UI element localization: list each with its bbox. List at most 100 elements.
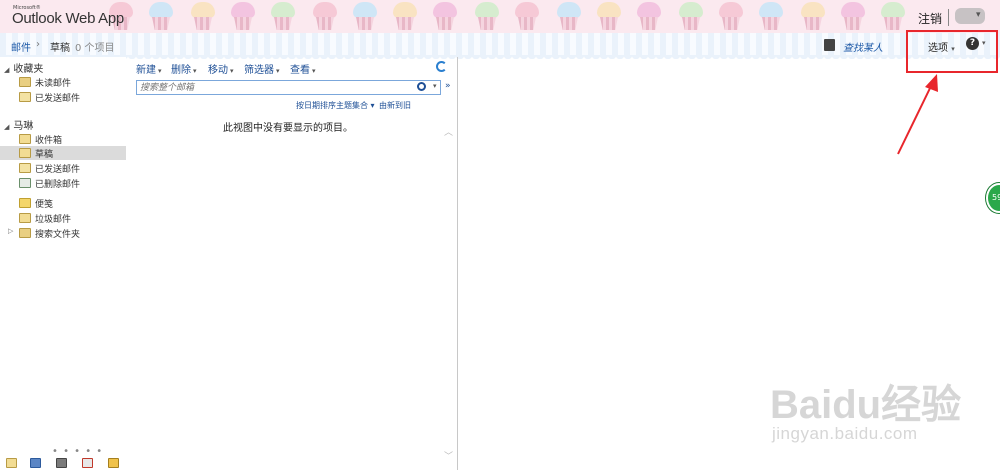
- cupcake-decoration: [312, 2, 338, 32]
- folder-pane: ◢ 收藏夹 未读邮件 已发送邮件 ◢ 马琳 收件箱 草稿 已发送邮件 已删除邮件 便…: [0, 57, 126, 470]
- favorites-header-label: 收藏夹: [13, 64, 44, 75]
- sidebar-item-inbox[interactable]: 收件箱: [0, 132, 126, 146]
- cupcake-decoration: [514, 2, 540, 32]
- address-book-icon[interactable]: [824, 39, 835, 51]
- breadcrumb-current-folder: 草稿: [50, 43, 70, 54]
- item-count: 0 个项目: [75, 43, 115, 54]
- search-box: ▾: [136, 80, 441, 95]
- user-menu-caret-icon[interactable]: ▾: [976, 10, 981, 20]
- move-label: 移动: [208, 65, 228, 76]
- calendar-module-icon[interactable]: [30, 458, 41, 468]
- cupcake-decoration: [432, 2, 458, 32]
- highlight-annotation-box: [906, 30, 998, 73]
- sidebar-item-search-folders[interactable]: ▷ 搜索文件夹: [0, 226, 126, 240]
- cupcake-decoration: [392, 2, 418, 32]
- message-list-pane: 新建▾ 删除▾ 移动▾ 筛选器▾ 查看▾ ▾ » 按日期排序主题集合 ▾ 由新到…: [126, 57, 458, 470]
- sidebar-item-label: 便笺: [35, 200, 54, 210]
- sidebar-item-sent-favorite[interactable]: 已发送邮件: [0, 90, 126, 104]
- cupcake-decoration: [190, 2, 216, 32]
- floating-speed-badge[interactable]: 59: [986, 183, 1000, 213]
- view-label: 查看: [290, 65, 310, 76]
- breadcrumb-mail[interactable]: 邮件: [11, 39, 31, 54]
- cupcake-decoration: [880, 2, 906, 32]
- cupcake-decoration: [840, 2, 866, 32]
- watermark-url: jingyan.baidu.com: [772, 424, 918, 443]
- breadcrumb-separator: ›: [36, 39, 40, 50]
- sidebar-item-unread[interactable]: 未读邮件: [0, 75, 126, 89]
- mail-module-icon[interactable]: [6, 458, 17, 468]
- junk-folder-icon: [19, 213, 31, 223]
- sent-folder-icon: [19, 163, 31, 173]
- sidebar-item-label: 草稿: [35, 150, 54, 160]
- search-folder-icon: [19, 77, 31, 87]
- sidebar-item-junk[interactable]: 垃圾邮件: [0, 211, 126, 225]
- expand-search-icon[interactable]: »: [445, 81, 451, 91]
- mailbox-header-label: 马琳: [13, 121, 34, 132]
- module-switcher: [4, 456, 124, 470]
- filter-button[interactable]: 筛选器 ▾: [244, 61, 280, 76]
- watermark-text: Baidu经验: [770, 383, 962, 427]
- move-caret-icon: ▾: [230, 67, 234, 75]
- inbox-icon: [19, 134, 31, 144]
- sidebar-item-label: 已发送邮件: [35, 94, 81, 104]
- view-caret-icon: ▾: [312, 67, 316, 75]
- cupcake-decoration: [352, 2, 378, 32]
- app-logo[interactable]: Outlook Web App: [12, 10, 124, 27]
- cupcake-decoration: [270, 2, 296, 32]
- new-label: 新建: [136, 65, 156, 76]
- find-someone-link[interactable]: 查找某人: [843, 39, 883, 54]
- sidebar-item-sent[interactable]: 已发送邮件: [0, 161, 126, 175]
- sidebar-item-label: 收件箱: [35, 136, 63, 146]
- navigation-bar: 邮件 › 草稿 0 个项目 查找某人 选项 ▾ ? ▾: [0, 33, 1000, 59]
- sort-order-link[interactable]: 由新到旧: [379, 100, 411, 111]
- deleted-folder-icon: [19, 178, 31, 188]
- cupcake-decoration: [230, 2, 256, 32]
- favorites-header[interactable]: ◢ 收藏夹: [4, 60, 43, 75]
- view-button[interactable]: 查看 ▾: [290, 61, 316, 76]
- sidebar-item-deleted[interactable]: 已删除邮件: [0, 176, 126, 190]
- sidebar-item-label: 已发送邮件: [35, 165, 81, 175]
- mailbox-header[interactable]: ◢ 马琳: [4, 117, 33, 132]
- search-folder-icon: [19, 228, 31, 238]
- delete-label: 删除: [171, 65, 191, 76]
- tasks-module-icon[interactable]: [82, 458, 93, 468]
- scroll-down-icon[interactable]: ﹀: [444, 449, 453, 462]
- move-button[interactable]: 移动 ▾: [208, 61, 234, 76]
- filter-caret-icon: ▾: [276, 67, 280, 75]
- notes-icon: [19, 198, 31, 208]
- banner-divider: [948, 9, 949, 26]
- empty-view-message: 此视图中没有要显示的项目。: [223, 123, 353, 134]
- delete-button[interactable]: 删除 ▾: [171, 61, 197, 76]
- scroll-up-icon[interactable]: ︿: [444, 125, 453, 138]
- expand-triangle-icon[interactable]: ▷: [8, 227, 13, 235]
- sidebar-item-label: 未读邮件: [35, 79, 72, 89]
- sidebar-item-drafts[interactable]: 草稿: [0, 146, 126, 160]
- refresh-icon[interactable]: [436, 61, 447, 72]
- cupcake-decoration: [636, 2, 662, 32]
- new-button[interactable]: 新建 ▾: [136, 61, 162, 76]
- sign-out-link[interactable]: 注销: [918, 10, 942, 27]
- sent-folder-icon: [19, 92, 31, 102]
- cupcake-decoration: [556, 2, 582, 32]
- sidebar-item-label: 已删除邮件: [35, 180, 81, 190]
- sidebar-item-notes[interactable]: 便笺: [0, 196, 126, 210]
- search-input[interactable]: [140, 81, 410, 94]
- contacts-module-icon[interactable]: [56, 458, 67, 468]
- public-folders-module-icon[interactable]: [108, 458, 119, 468]
- new-caret-icon: ▾: [158, 67, 162, 75]
- drafts-icon: [19, 148, 31, 158]
- baidu-watermark: Baidu经验 jingyan.baidu.com: [770, 372, 990, 452]
- cupcake-decoration: [474, 2, 500, 32]
- search-icon[interactable]: [417, 82, 426, 91]
- search-scope-caret-icon[interactable]: ▾: [433, 82, 437, 90]
- cupcake-decoration: [596, 2, 622, 32]
- sort-by-dropdown[interactable]: 按日期排序主题集合 ▾: [296, 100, 375, 111]
- cupcake-decoration: [718, 2, 744, 32]
- annotation-arrow-icon: [897, 74, 938, 155]
- cupcake-decoration: [758, 2, 784, 32]
- collapse-triangle-icon: ◢: [4, 66, 10, 74]
- sidebar-item-label: 垃圾邮件: [35, 215, 72, 225]
- cupcake-decoration: [148, 2, 174, 32]
- cupcake-decoration: [678, 2, 704, 32]
- sidebar-item-label: 搜索文件夹: [35, 230, 81, 240]
